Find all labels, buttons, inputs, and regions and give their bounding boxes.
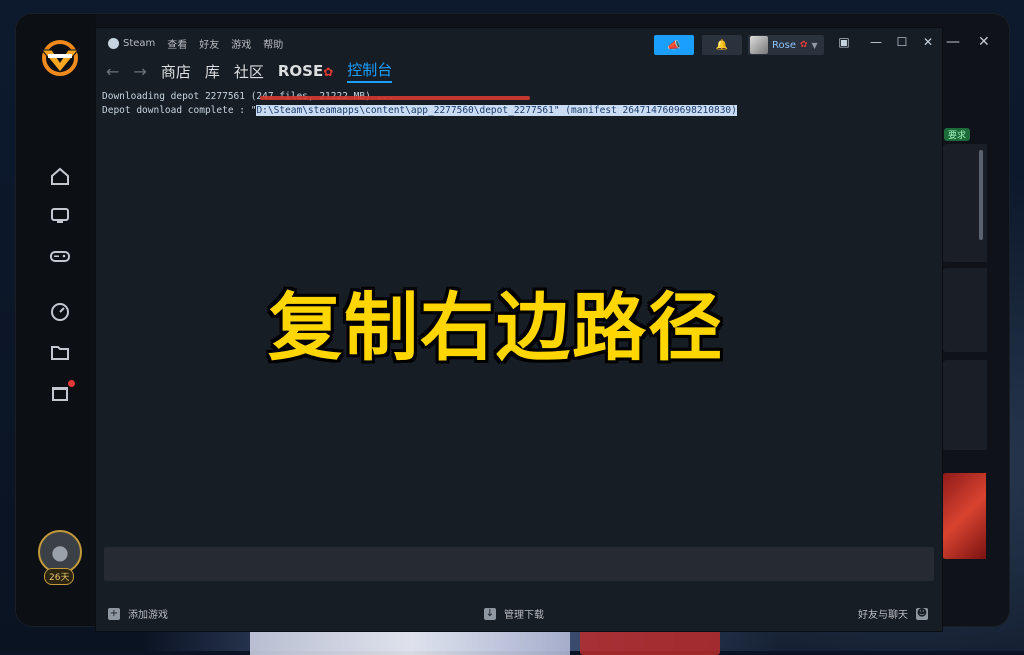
nav-community[interactable]: 社区 xyxy=(234,61,264,82)
selected-depot-path[interactable]: D:\Steam\steamapps\content\app_2277560\d… xyxy=(256,105,737,116)
announcement-button[interactable]: 📣 xyxy=(654,35,694,55)
console-line: Depot download complete : "D:\Steam\stea… xyxy=(102,104,934,118)
monitor-icon[interactable] xyxy=(49,206,71,228)
nav-console[interactable]: 控制台 xyxy=(347,59,393,83)
launcher-close-button[interactable]: ✕ xyxy=(978,34,990,50)
folder-icon[interactable] xyxy=(49,342,71,364)
speed-gauge-icon[interactable] xyxy=(49,302,71,324)
back-arrow-icon[interactable]: ← xyxy=(106,62,119,81)
rose-emoji-icon: ✿ xyxy=(323,65,334,79)
steam-titlebar: Steam 查看 好友 游戏 帮助 📣 🔔 Rose ✿ ▼ ▣ — ☐ ✕ xyxy=(96,28,942,58)
video-caption: 复制右边路径 xyxy=(268,285,724,371)
add-game-button[interactable]: + 添加游戏 xyxy=(108,606,168,621)
console-line-prefix: Depot download complete : " xyxy=(102,105,257,116)
maximize-button[interactable]: ☐ xyxy=(894,35,910,49)
close-button[interactable]: ✕ xyxy=(920,35,936,49)
gamepad-icon[interactable] xyxy=(49,246,71,268)
monitor-icon: ▣ xyxy=(838,35,850,49)
steam-bottombar: + 添加游戏 ↓ 管理下载 好友与聊天 ☻ xyxy=(96,594,942,631)
notifications-button[interactable]: 🔔 xyxy=(702,35,742,55)
steam-menu: Steam 查看 好友 游戏 帮助 xyxy=(108,36,283,51)
megaphone-icon: 📣 xyxy=(667,38,681,52)
gift-icon[interactable] xyxy=(49,380,75,404)
plus-icon: + xyxy=(108,607,120,620)
launcher-logo-icon[interactable] xyxy=(38,36,82,82)
manage-downloads-button[interactable]: ↓ 管理下载 xyxy=(484,606,544,621)
launcher-scrollbar[interactable] xyxy=(979,150,983,240)
account-menu-button[interactable]: Rose ✿ ▼ xyxy=(748,35,824,55)
menu-steam[interactable]: Steam xyxy=(108,36,155,51)
nav-profile-label: ROSE xyxy=(277,62,324,80)
days-badge: 26天 xyxy=(44,568,75,585)
launcher-minimize-button[interactable]: — xyxy=(946,34,960,50)
nav-library[interactable]: 库 xyxy=(205,61,220,82)
launcher-user-avatar[interactable]: ● 26天 xyxy=(38,530,82,586)
forward-arrow-icon[interactable]: → xyxy=(133,62,146,81)
steam-navbar: ← → 商店 库 社区 ROSE✿ 控制台 xyxy=(106,58,406,84)
launcher-sidebar: ● 26天 xyxy=(16,14,96,626)
annotation-underline xyxy=(260,96,530,100)
minimize-button[interactable]: — xyxy=(868,35,884,49)
friends-icon: ☻ xyxy=(916,607,928,620)
avatar xyxy=(750,36,768,54)
menu-help[interactable]: 帮助 xyxy=(263,36,283,51)
big-picture-button[interactable]: ▣ xyxy=(836,35,852,49)
launcher-panel-card xyxy=(941,360,987,450)
account-name: Rose xyxy=(772,39,796,51)
menu-steam-label: Steam xyxy=(123,38,156,49)
launcher-panel-card xyxy=(941,268,987,352)
rose-emoji-icon: ✿ xyxy=(799,40,808,50)
launcher-game-thumbnail[interactable] xyxy=(942,473,986,559)
manage-downloads-label: 管理下载 xyxy=(504,610,544,621)
nav-profile[interactable]: ROSE✿ xyxy=(278,62,333,80)
home-icon[interactable] xyxy=(49,166,71,188)
console-command-input[interactable] xyxy=(104,547,934,581)
launcher-side-tag: 要求 xyxy=(944,128,971,141)
add-game-label: 添加游戏 xyxy=(128,610,168,621)
menu-games[interactable]: 游戏 xyxy=(231,36,251,51)
download-icon: ↓ xyxy=(484,607,496,620)
friends-chat-button[interactable]: 好友与聊天 ☻ xyxy=(858,606,928,621)
chevron-down-icon: ▼ xyxy=(811,40,818,50)
friends-chat-label: 好友与聊天 xyxy=(858,610,908,621)
bell-icon: 🔔 xyxy=(715,39,729,51)
menu-friends[interactable]: 好友 xyxy=(199,36,219,51)
nav-store[interactable]: 商店 xyxy=(161,61,191,82)
steam-logo-icon xyxy=(108,38,119,49)
notification-dot xyxy=(68,380,75,387)
menu-view[interactable]: 查看 xyxy=(167,36,187,51)
